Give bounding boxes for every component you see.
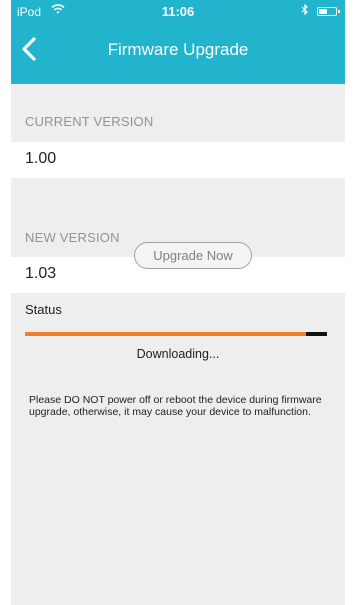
status-text: Downloading... [136,347,220,361]
clock: 11:06 [161,4,195,19]
current-version-value: 1.00 [25,150,57,167]
battery-icon [317,7,340,16]
status-bar: iPod 11:06 [11,0,345,24]
download-progress-bar [25,332,327,336]
new-version-value: 1.03 [25,265,57,282]
header: iPod 11:06 Firmware Upgrade [11,0,345,84]
current-version-label: CURRENT VERSION [25,114,154,129]
upgrade-now-button[interactable]: Upgrade Now [134,242,252,269]
warning-message: Please DO NOT power off or reboot the de… [29,394,322,418]
status-label: Status [25,302,62,317]
bluetooth-icon [301,4,308,16]
app-screen: iPod 11:06 Firmware Upgrade CURRENT VERS… [11,0,345,605]
current-version-row: 1.00 [11,142,345,178]
download-progress-fill [25,332,306,336]
page-title: Firmware Upgrade [107,40,249,59]
new-version-label: NEW VERSION [25,230,120,245]
navigation-bar: Firmware Upgrade [11,24,345,82]
